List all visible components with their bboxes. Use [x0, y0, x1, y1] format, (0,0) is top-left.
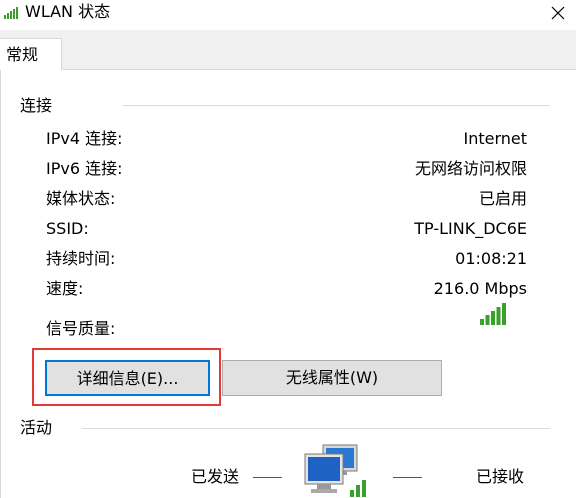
title-bar: WLAN 状态: [0, 0, 576, 30]
media-state-label: 媒体状态:: [46, 189, 116, 208]
ipv4-label: IPv4 连接:: [46, 129, 123, 148]
close-button[interactable]: [540, 0, 576, 26]
received-line: [393, 477, 422, 478]
ipv6-value: 无网络访问权限: [414, 159, 527, 178]
signal-bar: [491, 311, 495, 325]
section-activity-heading: 活动: [20, 418, 53, 437]
close-icon: [551, 6, 565, 20]
ipv4-value: Internet: [463, 129, 527, 148]
received-label: 已接收: [476, 467, 525, 486]
section-divider: [123, 105, 550, 106]
tab-strip: [0, 30, 576, 70]
ipv6-label: IPv6 连接:: [46, 159, 123, 178]
signal-quality-label: 信号质量:: [46, 319, 116, 338]
signal-bar: [480, 319, 484, 325]
tab-general[interactable]: 常规: [0, 38, 62, 70]
highlight-box: [32, 348, 221, 406]
speed-value: 216.0 Mbps: [433, 279, 527, 298]
wireless-properties-button[interactable]: 无线属性(W): [222, 360, 442, 396]
signal-bars-icon: [4, 7, 18, 19]
network-computers-icon: [304, 444, 366, 497]
media-state-value: 已启用: [478, 189, 527, 208]
duration-value: 01:08:21: [455, 249, 527, 268]
signal-bar: [496, 307, 501, 325]
signal-bar: [502, 303, 506, 325]
section-divider: [82, 428, 550, 429]
signal-bar: [485, 315, 490, 325]
speed-label: 速度:: [46, 279, 84, 298]
signal-strength-icon: [480, 303, 506, 325]
sent-label: 已发送: [191, 467, 240, 486]
ssid-label: SSID:: [46, 219, 89, 238]
section-connection-heading: 连接: [20, 96, 53, 115]
duration-label: 持续时间:: [46, 249, 116, 268]
sent-line: [253, 477, 282, 478]
ssid-value: TP-LINK_DC6E: [414, 219, 527, 238]
window-title: WLAN 状态: [25, 2, 111, 21]
